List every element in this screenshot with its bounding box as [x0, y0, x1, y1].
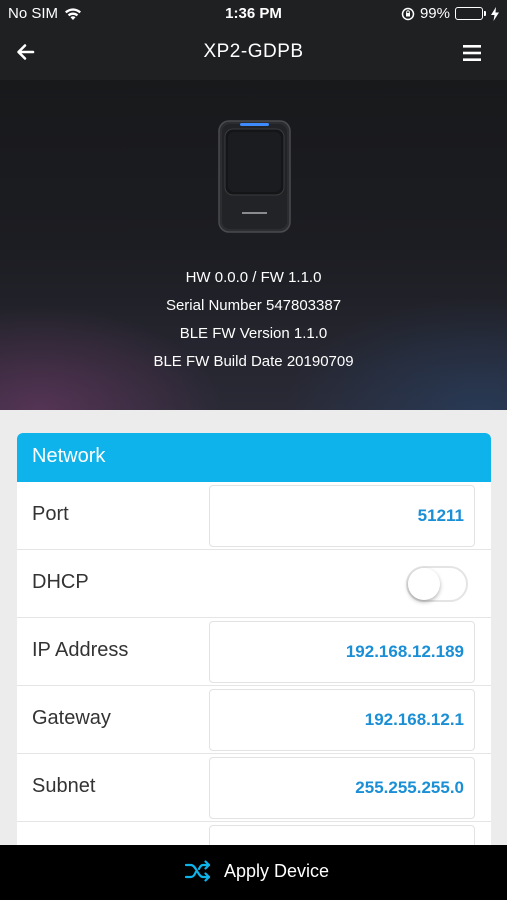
status-right: 99%	[401, 5, 499, 22]
orientation-lock-icon	[401, 7, 415, 20]
port-value: 51211	[417, 506, 464, 525]
bottom-action-bar: Apply Device	[0, 845, 507, 900]
page-title: XP2-GDPB	[203, 41, 304, 62]
subnet-label: Subnet	[32, 775, 96, 797]
port-field[interactable]: 51211	[209, 485, 475, 547]
charging-bolt-icon	[491, 6, 499, 21]
battery-percent: 99%	[419, 5, 450, 22]
status-bar: No SIM 1:36 PM 99%	[0, 0, 507, 28]
dhcp-toggle[interactable]	[406, 566, 468, 602]
menu-icon[interactable]	[461, 43, 483, 63]
serial-number: Serial Number 547803387	[165, 297, 342, 314]
subnet-value: 255.255.255.0	[355, 778, 464, 797]
ble-fw-build-date: BLE FW Build Date 20190709	[153, 353, 354, 370]
dhcp-toggle-knob	[408, 568, 440, 600]
port-row: Port 51211	[17, 482, 491, 550]
dhcp-label: DHCP	[32, 571, 89, 593]
ip-address-field[interactable]: 192.168.12.189	[209, 621, 475, 683]
ip-address-row: IP Address 192.168.12.189	[17, 618, 491, 686]
device-image	[218, 120, 291, 233]
navigation-bar: XP2-GDPB	[0, 28, 507, 80]
shuffle-icon	[184, 860, 211, 882]
device-hero: HW 0.0.0 / FW 1.1.0 Serial Number 547803…	[0, 80, 507, 410]
network-header: Network	[17, 433, 491, 482]
subnet-field[interactable]: 255.255.255.0	[209, 757, 475, 819]
gateway-label: Gateway	[32, 707, 111, 729]
ip-address-label: IP Address	[32, 639, 129, 661]
ble-fw-version: BLE FW Version 1.1.0	[179, 325, 328, 342]
port-label: Port	[32, 503, 69, 525]
gateway-field[interactable]: 192.168.12.1	[209, 689, 475, 751]
hw-fw-version: HW 0.0.0 / FW 1.1.0	[185, 269, 322, 286]
gateway-value: 192.168.12.1	[364, 710, 464, 729]
dhcp-row: DHCP	[17, 550, 491, 618]
apply-device-label: Apply Device	[224, 860, 330, 881]
ip-address-value: 192.168.12.189	[345, 642, 464, 661]
gateway-row: Gateway 192.168.12.1	[17, 686, 491, 754]
battery-icon	[455, 7, 486, 20]
apply-device-button[interactable]: Apply Device	[184, 860, 329, 882]
network-card: Network Port 51211 DHCP IP Address 192.1…	[17, 433, 491, 853]
subnet-row: Subnet 255.255.255.0	[17, 754, 491, 822]
